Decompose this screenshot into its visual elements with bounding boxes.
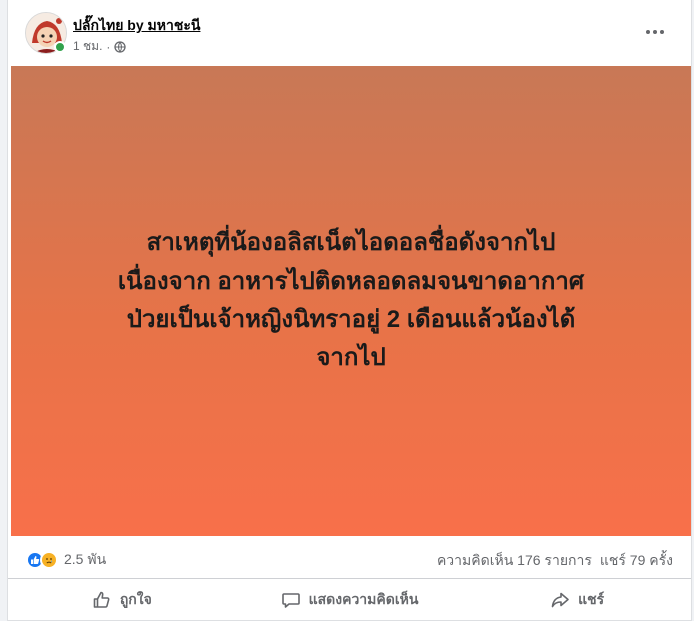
post-stats: 2.5 พัน ความคิดเห็น 176 รายการ แชร์ 79 ค…: [8, 537, 691, 579]
sad-face-icon: [40, 551, 58, 569]
online-status-dot: [54, 41, 66, 53]
post-image-text: สาเหตุที่น้องอลิสเน็ตไอดอลชื่อดังจากไป เ…: [41, 224, 661, 378]
post-time[interactable]: 1 ชม.: [73, 37, 102, 56]
page-name-link[interactable]: ปลั๊กไทย by มหาชะนี: [73, 15, 200, 37]
share-label: แชร์: [578, 591, 605, 607]
comment-label: แสดงความคิดเห็น: [308, 591, 419, 607]
image-text-line: เนื่องจาก อาหารไปติดหลอดลมจนขาดอากาศ: [117, 267, 585, 295]
more-options-button[interactable]: [637, 18, 673, 46]
speech-bubble-icon: [281, 593, 300, 608]
engagement-counts: ความคิดเห็น 176 รายการ แชร์ 79 ครั้ง: [437, 550, 673, 572]
meta-separator: ·: [106, 39, 111, 54]
share-count-link[interactable]: แชร์ 79 ครั้ง: [600, 550, 673, 572]
image-text-line: สาเหตุที่น้องอลิสเน็ตไอดอลชื่อดังจากไป: [146, 229, 556, 257]
post-meta: 1 ชม. ·: [73, 37, 127, 56]
like-label: ถูกใจ: [119, 591, 152, 607]
reaction-count: 2.5 พัน: [64, 551, 107, 567]
post-actions: ถูกใจ แสดงความคิดเห็น แชร์: [8, 580, 691, 620]
post-card: ปลั๊กไทย by มหาชะนี 1 ชม. · สาเหตุที่น้อ…: [7, 0, 692, 621]
thumbs-up-outline-icon: [93, 591, 110, 608]
post-header: ปลั๊กไทย by มหาชะนี 1 ชม. ·: [8, 0, 691, 66]
more-dot: [660, 30, 664, 34]
image-text-line: ป่วยเป็นเจ้าหญิงนิทราอยู่ 2 เดือนแล้วน้อ…: [126, 306, 576, 333]
comment-button[interactable]: แสดงความคิดเห็น: [236, 580, 464, 620]
post-image[interactable]: สาเหตุที่น้องอลิสเน็ตไอดอลชื่อดังจากไป เ…: [11, 66, 691, 536]
like-button[interactable]: ถูกใจ: [8, 580, 236, 620]
globe-icon[interactable]: [114, 40, 127, 53]
more-horizontal-icon: [646, 30, 650, 34]
share-button[interactable]: แชร์: [463, 580, 691, 620]
more-dot: [653, 30, 657, 34]
comment-count-link[interactable]: ความคิดเห็น 176 รายการ: [437, 550, 592, 572]
image-text-line: จากไป: [316, 344, 386, 372]
share-arrow-icon: [551, 592, 569, 608]
reactions-summary[interactable]: 2.5 พัน: [26, 549, 106, 571]
